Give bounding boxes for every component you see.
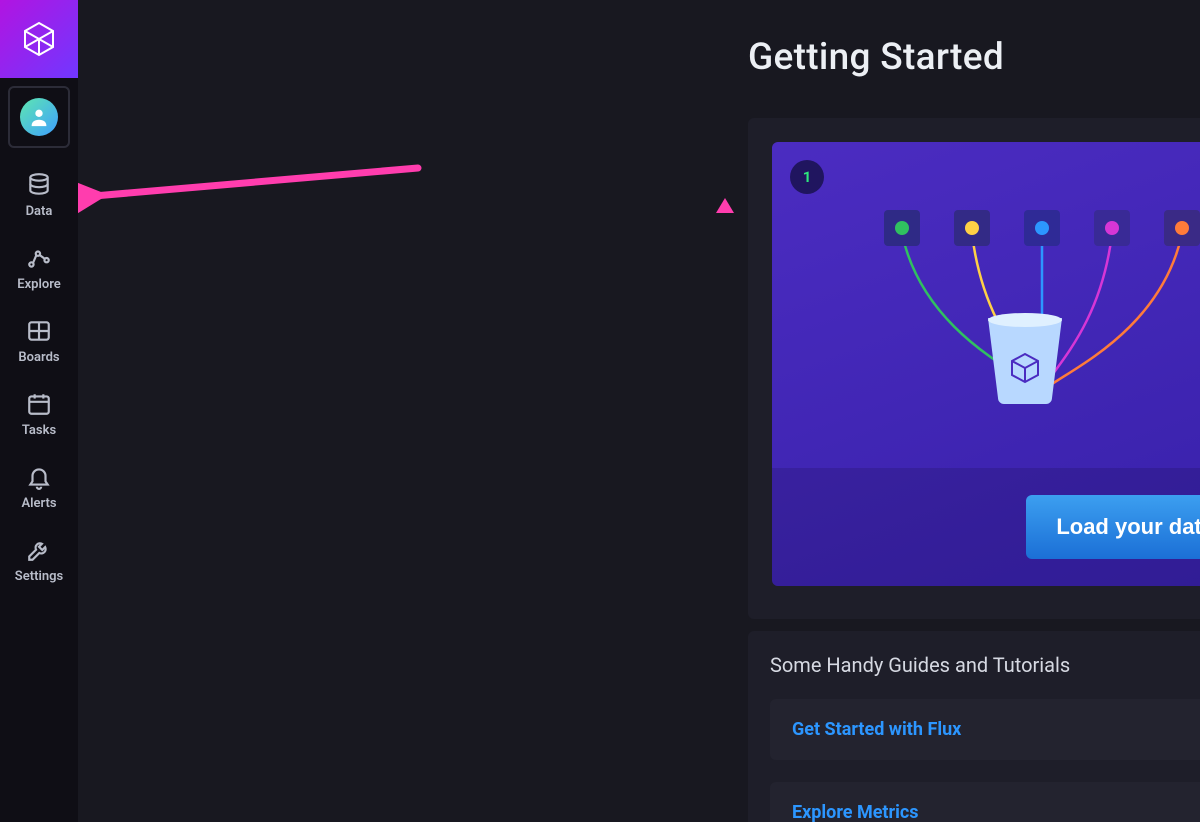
calendar-icon	[26, 391, 52, 417]
database-icon	[26, 172, 52, 198]
sidebar-item-alerts[interactable]: Alerts	[0, 450, 78, 523]
guides-heading: Some Handy Guides and Tutorials	[770, 653, 1200, 677]
page-title: Getting Started	[748, 36, 1004, 79]
guide-link-explore-metrics[interactable]: Explore Metrics	[770, 782, 1200, 822]
avatar-icon	[20, 98, 58, 136]
annotation-arrow-icon	[78, 150, 438, 240]
guides-panel: Some Handy Guides and Tutorials Get Star…	[748, 631, 1200, 822]
load-your-data-button[interactable]: Load your data	[1026, 495, 1200, 559]
step-number: 1	[803, 168, 812, 186]
app-logo[interactable]	[0, 0, 78, 78]
onboarding-action-strip: Load your data	[772, 468, 1200, 586]
step-badge: 1	[790, 160, 824, 194]
onboarding-panel: 1	[748, 118, 1200, 619]
sidebar-item-explore[interactable]: Explore	[0, 231, 78, 304]
cube-logo-icon	[19, 19, 59, 59]
main-content: Getting Started 1	[78, 0, 1200, 822]
graph-icon	[26, 245, 52, 271]
nav-label: Tasks	[22, 423, 56, 438]
nav-label: Boards	[18, 350, 59, 365]
sidebar-item-data[interactable]: Data	[0, 158, 78, 231]
nav-label: Alerts	[21, 496, 56, 511]
sidebar-item-boards[interactable]: Boards	[0, 304, 78, 377]
sidebar-item-settings[interactable]: Settings	[0, 523, 78, 596]
onboarding-card: 1	[772, 142, 1200, 586]
guide-link-flux[interactable]: Get Started with Flux	[770, 699, 1200, 760]
bell-icon	[26, 464, 52, 490]
nav-label: Data	[26, 204, 53, 219]
marker-triangle-icon	[716, 198, 734, 213]
bucket-icon	[982, 312, 1068, 404]
sidebar: Data Explore Boards	[0, 0, 78, 822]
sidebar-item-tasks[interactable]: Tasks	[0, 377, 78, 450]
nav-label: Explore	[17, 277, 61, 292]
wrench-icon	[26, 537, 52, 563]
nav-label: Settings	[15, 569, 63, 584]
nav-list: Data Explore Boards	[0, 158, 78, 596]
grid-icon	[26, 318, 52, 344]
user-avatar[interactable]	[8, 86, 70, 148]
